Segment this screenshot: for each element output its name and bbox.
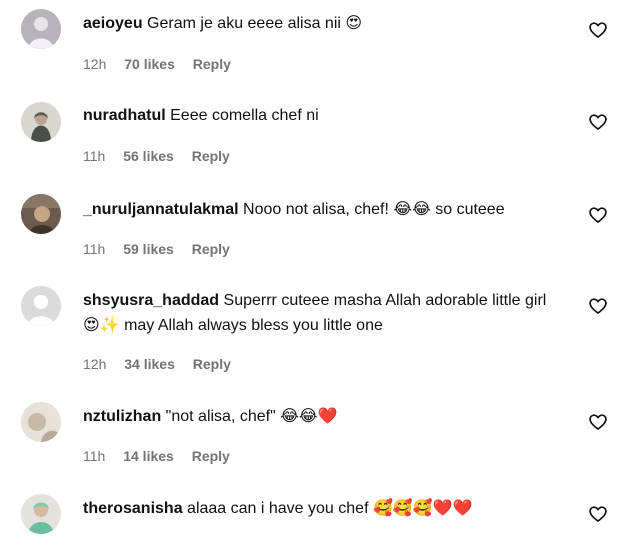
comment-body: nuradhatul Eeee comella chef ni xyxy=(83,104,563,128)
reply-button[interactable]: Reply xyxy=(192,241,230,257)
avatar-image xyxy=(21,194,61,234)
avatar[interactable] xyxy=(21,102,61,142)
comment-time: 11h xyxy=(83,148,106,164)
comment-body: nztulizhan "not alisa, chef" 😂😂❤️ xyxy=(83,404,563,429)
like-button[interactable] xyxy=(588,504,608,524)
avatar-image xyxy=(21,102,61,142)
reply-button[interactable]: Reply xyxy=(192,148,230,164)
comment-item: therosanisha alaaa can i have you chef 🥰… xyxy=(0,484,622,540)
comment-text-continued: may Allah always bless you little one xyxy=(124,317,383,334)
comment-item: nztulizhan "not alisa, chef" 😂😂❤️ 11h 14… xyxy=(0,392,622,484)
comment-item: aeioyeu Geram je aku eeee alisa nii 😍 12… xyxy=(0,0,622,92)
comment-time: 12h xyxy=(83,56,107,72)
comment-item: _nuruljannatulakmal Nooo not alisa, chef… xyxy=(0,184,622,278)
comment-likes[interactable]: 34 likes xyxy=(124,356,175,372)
comment-body: therosanisha alaaa can i have you chef 🥰… xyxy=(83,496,563,521)
reply-button[interactable]: Reply xyxy=(192,448,230,464)
heart-outline-icon xyxy=(589,22,607,38)
comment-time: 12h xyxy=(83,356,107,372)
comment-time: 11h xyxy=(83,448,106,464)
comment-time: 11h xyxy=(83,241,106,257)
avatar[interactable] xyxy=(21,194,61,234)
heart-outline-icon xyxy=(589,207,607,223)
comment-meta: 11h 56 likes Reply xyxy=(83,147,244,165)
comment-text: "not alisa, chef" xyxy=(165,408,276,425)
comment-likes[interactable]: 59 likes xyxy=(123,241,174,257)
like-button[interactable] xyxy=(588,20,608,40)
comment-text: Geram je aku eeee alisa nii xyxy=(147,15,341,32)
comment-emoji: 😂😂❤️ xyxy=(280,406,338,425)
heart-outline-icon xyxy=(589,414,607,430)
avatar-image xyxy=(21,402,61,442)
comment-username[interactable]: _nuruljannatulakmal xyxy=(83,201,239,218)
comment-meta: 11h 14 likes Reply xyxy=(83,447,244,465)
comment-body: _nuruljannatulakmal Nooo not alisa, chef… xyxy=(83,197,563,222)
reply-button[interactable]: Reply xyxy=(193,56,231,72)
avatar[interactable] xyxy=(21,286,61,326)
comment-body: shsyusra_haddad Superrr cuteee masha All… xyxy=(83,289,563,338)
comment-emoji: 😂😂 xyxy=(393,199,431,218)
comment-likes[interactable]: 56 likes xyxy=(123,148,174,164)
default-avatar-icon xyxy=(21,286,61,326)
heart-outline-icon xyxy=(589,114,607,130)
avatar[interactable] xyxy=(21,494,61,534)
comment-likes[interactable]: 14 likes xyxy=(123,448,174,464)
reply-button[interactable]: Reply xyxy=(193,356,231,372)
comment-username[interactable]: nztulizhan xyxy=(83,408,161,425)
heart-outline-icon xyxy=(589,298,607,314)
comment-username[interactable]: therosanisha xyxy=(83,500,183,517)
comment-emoji: 🥰🥰🥰❤️❤️ xyxy=(372,498,473,517)
comment-emoji: 😍 xyxy=(345,13,363,32)
comment-meta: 12h 34 likes Reply xyxy=(83,355,245,373)
avatar-image xyxy=(21,494,61,534)
comment-emoji: 😍✨ xyxy=(83,315,120,334)
comment-username[interactable]: shsyusra_haddad xyxy=(83,292,219,309)
comment-text: alaaa can i have you chef xyxy=(187,500,369,517)
comment-username[interactable]: aeioyeu xyxy=(83,15,143,32)
like-button[interactable] xyxy=(588,296,608,316)
like-button[interactable] xyxy=(588,412,608,432)
avatar[interactable] xyxy=(21,9,61,49)
like-button[interactable] xyxy=(588,112,608,132)
like-button[interactable] xyxy=(588,205,608,225)
comment-item: shsyusra_haddad Superrr cuteee masha All… xyxy=(0,278,622,392)
comment-text: Eeee comella chef ni xyxy=(170,107,319,124)
comment-text-continued: so cuteee xyxy=(435,201,505,218)
comment-meta: 11h 59 likes Reply xyxy=(83,240,244,258)
comment-username[interactable]: nuradhatul xyxy=(83,107,166,124)
avatar-image xyxy=(21,9,61,49)
comment-meta: 12h 70 likes Reply xyxy=(83,55,245,73)
comment-text: Superrr cuteee masha Allah adorable litt… xyxy=(223,292,547,309)
comment-item: nuradhatul Eeee comella chef ni 11h 56 l… xyxy=(0,92,622,184)
heart-outline-icon xyxy=(589,506,607,522)
avatar[interactable] xyxy=(21,402,61,442)
comment-body: aeioyeu Geram je aku eeee alisa nii 😍 xyxy=(83,11,563,36)
comment-text: Nooo not alisa, chef! xyxy=(243,201,389,218)
comment-likes[interactable]: 70 likes xyxy=(124,56,175,72)
